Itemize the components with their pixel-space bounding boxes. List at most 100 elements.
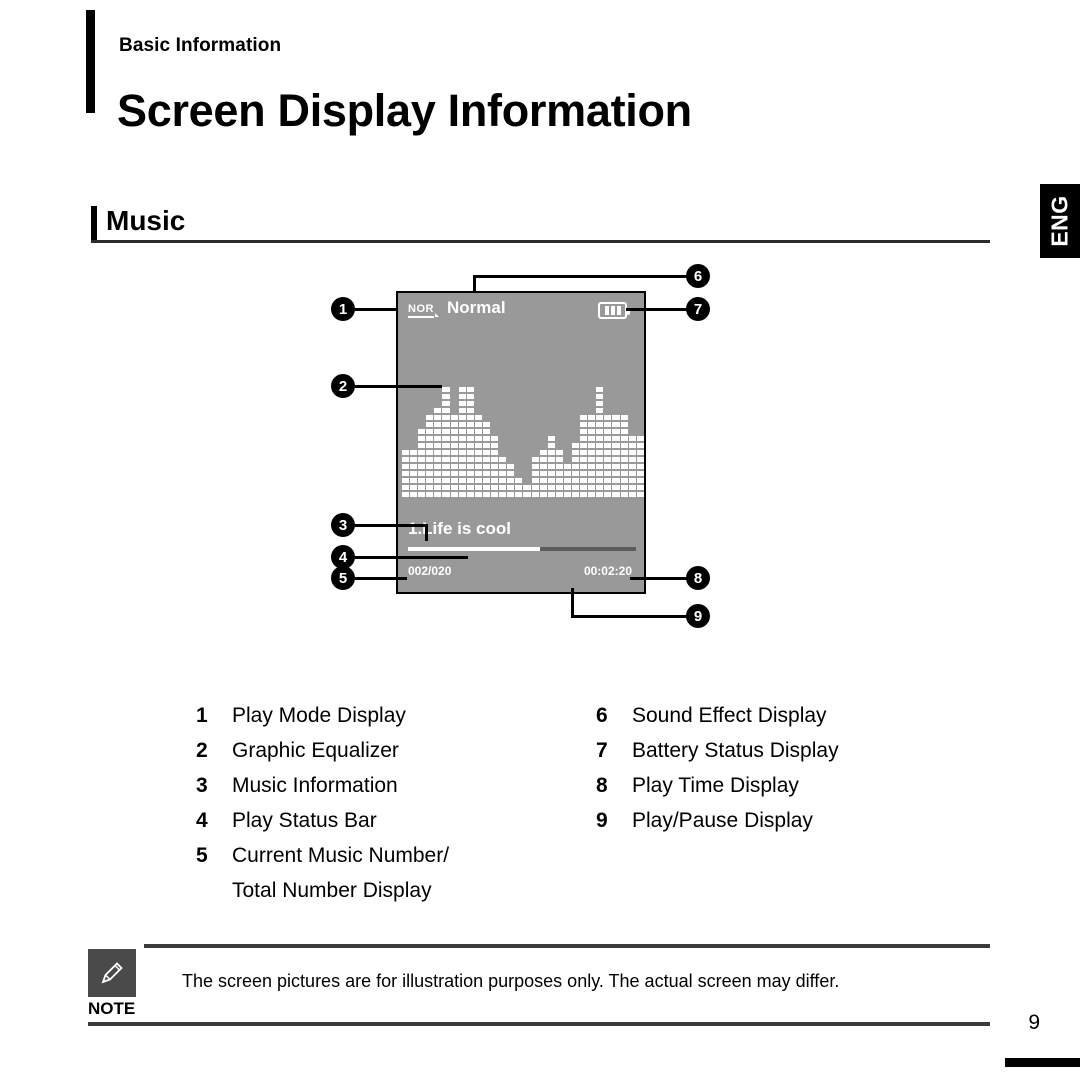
equalizer-bar	[547, 436, 555, 497]
equalizer-segment	[580, 478, 588, 483]
equalizer-segment	[402, 457, 410, 462]
device-screen-mockup: NOR Normal 1.Life is cool 002/020 00:02:…	[396, 291, 646, 594]
equalizer-segment	[499, 485, 507, 490]
legend-row: 3 Music Information	[196, 772, 449, 801]
legend-item-number: 4	[196, 808, 208, 832]
equalizer-segment	[426, 464, 434, 469]
equalizer-segment	[620, 436, 628, 441]
equalizer-segment	[571, 450, 580, 455]
equalizer-segment	[555, 485, 563, 490]
equalizer-segment	[612, 436, 620, 441]
header-accent-rule	[86, 10, 95, 113]
equalizer-bar	[474, 415, 482, 497]
equalizer-segment	[531, 492, 539, 497]
equalizer-bar	[531, 457, 539, 497]
equalizer-segment	[612, 471, 620, 476]
legend-item-number: 5	[196, 843, 208, 867]
equalizer-bar	[442, 387, 450, 497]
equalizer-segment	[426, 457, 434, 462]
equalizer-segment	[442, 408, 450, 413]
breadcrumb: Basic Information	[119, 35, 282, 56]
equalizer-segment	[410, 457, 418, 462]
legend-row: 5 Current Music Number/	[196, 842, 449, 871]
legend-row: 6 Sound Effect Display	[596, 702, 839, 731]
equalizer-segment	[604, 429, 612, 434]
legend-item-number: 3	[196, 773, 208, 797]
equalizer-segment	[450, 471, 458, 476]
equalizer-segment	[588, 415, 596, 420]
equalizer-segment	[588, 429, 596, 434]
equalizer-segment	[580, 485, 588, 490]
equalizer-segment	[588, 436, 596, 441]
equalizer-segment	[604, 471, 612, 476]
equalizer-bar	[636, 436, 644, 497]
equalizer-segment	[612, 485, 620, 490]
equalizer-segment	[458, 457, 466, 462]
equalizer-segment	[507, 492, 515, 497]
equalizer-bar	[515, 478, 523, 497]
callout-lead-3-vertical	[425, 524, 428, 541]
equalizer-segment	[596, 485, 604, 490]
equalizer-segment	[580, 471, 588, 476]
equalizer-segment	[620, 415, 628, 420]
equalizer-segment	[507, 464, 515, 469]
equalizer-segment	[426, 443, 434, 448]
equalizer-segment	[531, 478, 539, 483]
callout-badge-6: 6	[686, 264, 710, 288]
equalizer-segment	[434, 478, 442, 483]
legend-item-number: 9	[596, 808, 608, 832]
equalizer-segment	[531, 464, 539, 469]
equalizer-segment	[555, 478, 563, 483]
equalizer-segment	[555, 457, 563, 462]
equalizer-segment	[442, 457, 450, 462]
legend-item-number: 2	[196, 738, 208, 762]
equalizer-segment	[515, 478, 523, 483]
equalizer-segment	[458, 394, 466, 399]
equalizer-segment	[596, 394, 604, 399]
equalizer-segment	[491, 485, 499, 490]
equalizer-segment	[636, 436, 644, 441]
equalizer-segment	[466, 443, 474, 448]
equalizer-segment	[571, 478, 580, 483]
equalizer-segment	[547, 471, 555, 476]
equalizer-segment	[596, 457, 604, 462]
equalizer-segment	[539, 464, 547, 469]
equalizer-segment	[442, 436, 450, 441]
equalizer-segment	[604, 492, 612, 497]
equalizer-segment	[588, 471, 596, 476]
equalizer-segment	[434, 457, 442, 462]
equalizer-segment	[418, 443, 426, 448]
note-rule-top	[144, 944, 990, 948]
equalizer-segment	[491, 457, 499, 462]
equalizer-segment	[604, 478, 612, 483]
equalizer-segment	[596, 429, 604, 434]
equalizer-segment	[474, 464, 482, 469]
equalizer-segment	[604, 443, 612, 448]
equalizer-segment	[410, 478, 418, 483]
equalizer-segment	[499, 457, 507, 462]
equalizer-segment	[474, 471, 482, 476]
equalizer-segment	[450, 478, 458, 483]
equalizer-segment	[539, 485, 547, 490]
callout-lead-9-vertical	[571, 588, 574, 617]
legend-item-label: Graphic Equalizer	[232, 738, 399, 762]
equalizer-segment	[434, 492, 442, 497]
play-status-bar-fill	[408, 547, 541, 551]
callout-badge-2: 2	[331, 374, 355, 398]
equalizer-segment	[580, 429, 588, 434]
equalizer-segment	[482, 478, 491, 483]
equalizer-segment	[555, 471, 563, 476]
equalizer-bar	[523, 485, 531, 497]
nor-play-mode-icon: NOR	[408, 304, 439, 318]
legend-item-label: Play Status Bar	[232, 808, 377, 832]
callout-lead-5	[355, 577, 407, 580]
equalizer-segment	[458, 464, 466, 469]
equalizer-segment	[596, 478, 604, 483]
equalizer-segment	[474, 450, 482, 455]
equalizer-segment	[458, 436, 466, 441]
equalizer-segment	[450, 422, 458, 427]
equalizer-segment	[596, 401, 604, 406]
equalizer-bar	[450, 415, 458, 497]
equalizer-segment	[555, 464, 563, 469]
equalizer-segment	[580, 464, 588, 469]
